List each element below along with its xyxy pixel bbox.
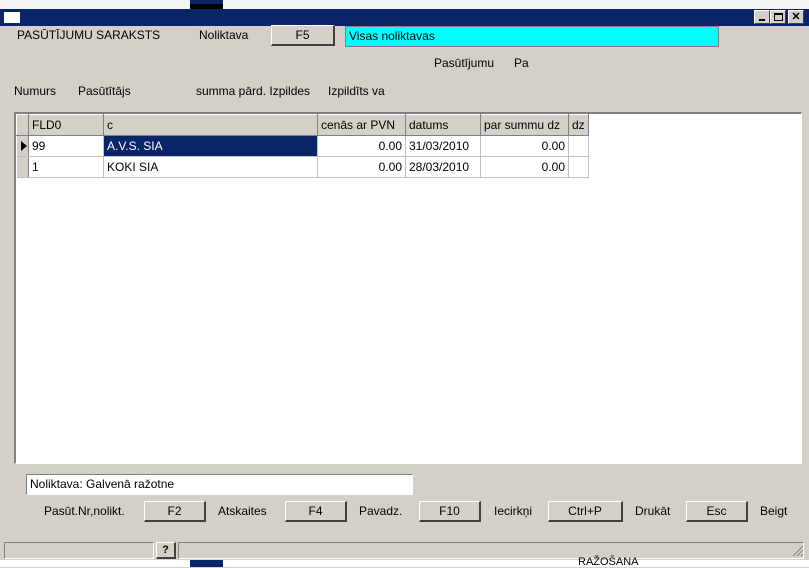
f4-button[interactable]: F4 xyxy=(285,501,347,522)
label-izpildits: Izpildīts va xyxy=(328,84,385,98)
column-header-dz[interactable]: dz xyxy=(568,114,589,136)
f2-button[interactable]: F2 xyxy=(144,501,206,522)
cell-number[interactable]: 1 xyxy=(28,156,104,178)
row-indicator[interactable] xyxy=(16,135,29,157)
title-bar[interactable]: ✕ xyxy=(0,9,809,26)
warehouse-f5-button[interactable]: F5 xyxy=(271,25,335,46)
cell-par-summu[interactable]: 0.00 xyxy=(480,135,569,157)
label-numurs: Numurs xyxy=(14,84,57,98)
cell-par-summu[interactable]: 0.00 xyxy=(480,156,569,178)
cell-customer[interactable]: KOKI SIA xyxy=(103,156,318,178)
maximize-icon xyxy=(773,13,783,21)
orders-grid[interactable]: FLD0 c cenās ar PVN datums par summu dz … xyxy=(14,112,802,464)
minimize-icon xyxy=(759,19,765,21)
warehouse-label: Noliktava xyxy=(199,28,249,42)
row-indicator[interactable] xyxy=(16,156,29,178)
table-header-row: FLD0 c cenās ar PVN datums par summu dz … xyxy=(16,114,589,136)
status-panel-right xyxy=(178,542,804,559)
page-title: PASŪTĪJUMU SARAKSTS xyxy=(17,28,161,42)
f10-button[interactable]: F10 xyxy=(419,501,481,522)
column-header-date[interactable]: datums xyxy=(405,114,481,136)
cell-dz[interactable] xyxy=(568,135,589,157)
maximize-button[interactable] xyxy=(770,10,786,24)
cell-number[interactable]: 99 xyxy=(28,135,104,157)
cell-dz[interactable] xyxy=(568,156,589,178)
resize-grip-icon[interactable] xyxy=(792,545,804,557)
departments-label: Iecirkņi xyxy=(494,504,533,518)
print-ctrlp-button[interactable]: Ctrl+P xyxy=(548,501,623,522)
column-header-c[interactable]: c xyxy=(103,114,318,136)
waybills-label: Pavadz. xyxy=(359,504,403,518)
help-button[interactable]: ? xyxy=(156,542,176,559)
warehouse-info-field: Noliktava: Galvenā ražotne xyxy=(26,474,413,495)
cell-date[interactable]: 28/03/2010 xyxy=(405,156,481,178)
current-row-arrow-icon xyxy=(20,141,27,151)
orders-table: FLD0 c cenās ar PVN datums par summu dz … xyxy=(16,114,589,178)
cell-price[interactable]: 0.00 xyxy=(317,135,406,157)
column-header-price[interactable]: cenās ar PVN xyxy=(317,114,406,136)
orders-label-2: Pa xyxy=(514,56,529,70)
background-strip xyxy=(0,0,809,9)
table-row[interactable]: 1 KOKI SIA 0.00 28/03/2010 0.00 xyxy=(16,156,589,178)
reports-label: Atskaites xyxy=(218,504,267,518)
orders-label: Pasūtījumu xyxy=(434,56,495,70)
background-strip-bottom: RAŽOŠANA xyxy=(0,556,809,568)
cell-price[interactable]: 0.00 xyxy=(317,156,406,178)
row-indicator-header xyxy=(16,114,29,136)
column-header-fld0[interactable]: FLD0 xyxy=(28,114,104,136)
background-window-text: RAŽOŠANA xyxy=(578,556,639,568)
minimize-button[interactable] xyxy=(754,10,770,24)
label-summa: summa pārd. Izpildes xyxy=(196,84,311,98)
status-panel-left xyxy=(4,542,154,559)
cell-customer[interactable]: A.V.S. SIA xyxy=(103,135,318,157)
warehouse-value-field[interactable]: Visas noliktavas xyxy=(345,26,719,47)
cell-date[interactable]: 31/03/2010 xyxy=(405,135,481,157)
exit-label: Beigt xyxy=(760,504,788,518)
label-pasutitajs: Pasūtītājs xyxy=(78,84,131,98)
column-header-par-summu[interactable]: par summu dz xyxy=(480,114,569,136)
close-button[interactable]: ✕ xyxy=(788,10,804,24)
close-icon: ✕ xyxy=(791,11,801,23)
table-row[interactable]: 99 A.V.S. SIA 0.00 31/03/2010 0.00 xyxy=(16,135,589,157)
esc-button[interactable]: Esc xyxy=(686,501,748,522)
system-menu-icon[interactable] xyxy=(4,12,20,23)
print-label: Drukāt xyxy=(635,504,671,518)
order-number-label: Pasūt.Nr,nolikt. xyxy=(44,504,125,518)
